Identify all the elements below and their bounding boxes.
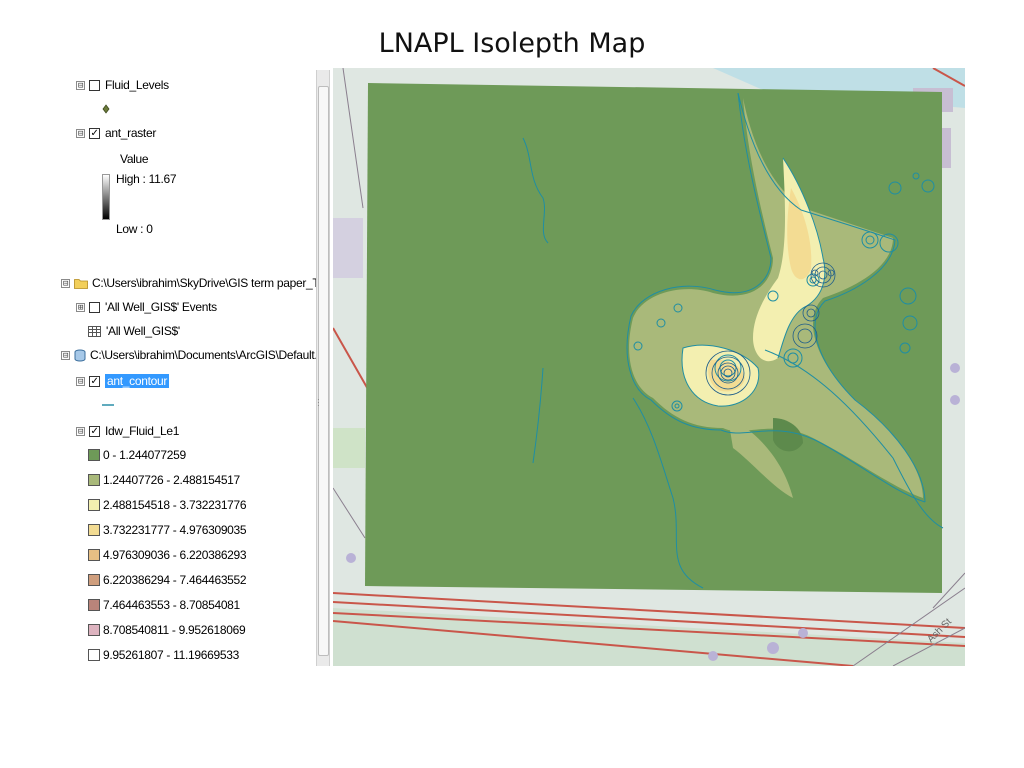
legend-swatch (88, 499, 100, 511)
layer-fluid-levels[interactable]: ⊟ Fluid_Levels (76, 76, 169, 94)
legend-class-item: 8.708540811 - 9.952618069 (88, 621, 246, 639)
page-title: LNAPL Isolepth Map (378, 28, 646, 59)
legend-class-item: 2.488154518 - 3.732231776 (88, 496, 247, 514)
layer-checkbox-ant-raster[interactable]: ✓ (89, 127, 100, 139)
layer-label: Fluid_Levels (105, 78, 169, 92)
workspace-geodatabase[interactable]: ⊟ C:\Users\ibrahim\Documents\ArcGIS\Defa… (61, 346, 316, 364)
collapse-icon[interactable]: ⊟ (76, 128, 85, 138)
legend-class-label: 0 - 1.244077259 (103, 448, 186, 462)
layer-checkbox-fluid-levels[interactable] (89, 79, 100, 91)
legend-swatch (88, 474, 100, 486)
park-area (333, 428, 365, 468)
collapse-icon[interactable]: ⊟ (61, 350, 70, 360)
workspace-label: C:\Users\ibrahim\SkyDrive\GIS term paper… (92, 276, 316, 290)
legend-class-item: 0 - 1.244077259 (88, 446, 186, 464)
legend-class-label: 9.95261807 - 11.19669533 (103, 648, 240, 662)
layer-label-selected[interactable]: ant_contour (105, 374, 170, 388)
legend-class-label: 7.464463553 - 8.70854081 (103, 598, 240, 612)
legend-swatch (88, 649, 100, 661)
collapse-icon[interactable]: ⊟ (76, 426, 85, 436)
table-icon (88, 325, 101, 337)
collapse-icon[interactable]: ⊟ (76, 376, 85, 386)
scrollbar-thumb[interactable] (318, 86, 329, 656)
layer-ant-raster[interactable]: ⊟ ✓ ant_raster (76, 124, 156, 142)
layer-label: Idw_Fluid_Le1 (105, 424, 180, 438)
table-item[interactable]: 'All Well_GIS$' (88, 322, 180, 340)
table-label: 'All Well_GIS$' (106, 324, 180, 338)
legend-swatch (88, 599, 100, 611)
legend-class-label: 2.488154518 - 3.732231776 (103, 498, 247, 512)
raster-high-label: High : 11.67 (116, 172, 177, 186)
raster-value-heading: Value (120, 152, 149, 166)
legend-class-label: 6.220386294 - 7.464463552 (103, 573, 247, 587)
point-symbol (102, 100, 110, 118)
legend-class-label: 8.708540811 - 9.952618069 (103, 623, 246, 637)
layer-label: ant_raster (105, 126, 157, 140)
layer-label: 'All Well_GIS$' Events (105, 300, 217, 314)
collapse-icon[interactable]: ⊟ (76, 80, 85, 90)
folder-icon (74, 278, 88, 289)
legend-swatch (88, 574, 100, 586)
legend-class-label: 1.24407726 - 2.488154517 (103, 473, 240, 487)
expand-icon[interactable]: ⊞ (76, 302, 85, 312)
legend-class-item: 1.24407726 - 2.488154517 (88, 471, 240, 489)
splitter-grip[interactable]: · · · (317, 396, 321, 410)
workspace-label: C:\Users\ibrahim\Documents\ArcGIS\Defaul… (90, 348, 316, 362)
diamond-point-icon (102, 104, 110, 114)
toc-scrollbar[interactable] (316, 70, 330, 666)
legend-class-item: 3.732231777 - 4.976309035 (88, 521, 247, 539)
legend-class-item: 4.976309036 - 6.220386293 (88, 546, 247, 564)
contour-line-icon (102, 404, 114, 406)
layer-checkbox-events[interactable] (89, 301, 100, 313)
map-view[interactable]: Ash St (333, 68, 965, 666)
legend-class-item: 6.220386294 - 7.464463552 (88, 571, 247, 589)
legend-class-item: 7.464463553 - 8.70854081 (88, 596, 240, 614)
legend-swatch (88, 624, 100, 636)
layer-ant-contour[interactable]: ⊟ ✓ ant_contour (76, 372, 170, 390)
workspace-folder[interactable]: ⊟ C:\Users\ibrahim\SkyDrive\GIS term pap… (61, 274, 316, 292)
raster-low-label: Low : 0 (116, 222, 153, 236)
legend-swatch (88, 449, 100, 461)
layer-idw-fluid[interactable]: ⊟ ✓ Idw_Fluid_Le1 (76, 422, 179, 440)
collapse-icon[interactable]: ⊟ (61, 278, 70, 288)
legend-class-item: 9.95261807 - 11.19669533 (88, 646, 239, 664)
line-symbol (102, 396, 114, 414)
layer-checkbox-ant-contour[interactable]: ✓ (89, 375, 100, 387)
layer-checkbox-idw[interactable]: ✓ (89, 425, 100, 437)
building-block (333, 218, 363, 278)
legend-swatch (88, 524, 100, 536)
legend-class-label: 3.732231777 - 4.976309035 (103, 523, 247, 537)
layer-events[interactable]: ⊞ 'All Well_GIS$' Events (76, 298, 217, 316)
database-icon (74, 349, 86, 361)
legend-swatch (88, 549, 100, 561)
table-of-contents: ⊟ Fluid_Levels ⊟ ✓ ant_raster Value High… (58, 70, 316, 666)
raster-gradient-ramp (102, 174, 110, 220)
legend-class-label: 4.976309036 - 6.220386293 (103, 548, 247, 562)
